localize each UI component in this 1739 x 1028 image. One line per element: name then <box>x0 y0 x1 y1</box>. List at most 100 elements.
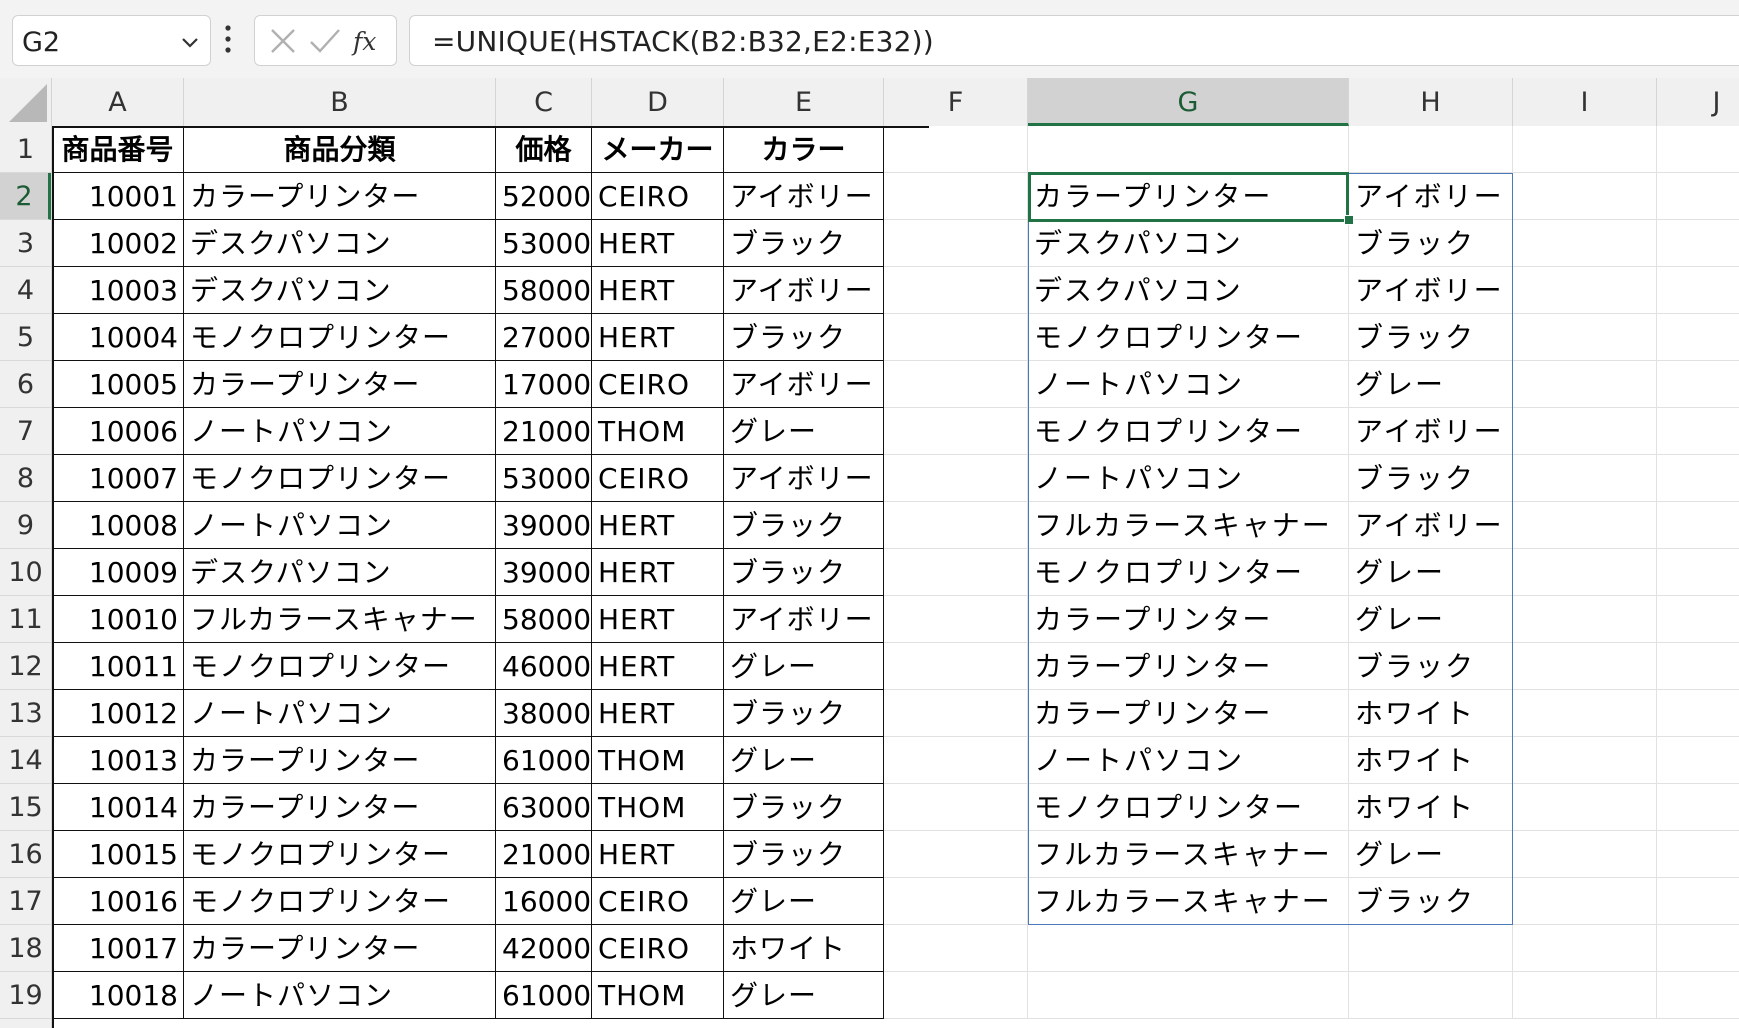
row-header-4[interactable]: 4 <box>0 267 51 314</box>
cell[interactable] <box>884 361 1028 408</box>
select-all-button[interactable] <box>0 78 52 126</box>
table-cell[interactable]: デスクパソコン <box>184 267 496 314</box>
table-cell[interactable]: 10011 <box>52 643 184 690</box>
table-cell[interactable]: カラープリンター <box>184 173 496 220</box>
table-cell[interactable]: ノートパソコン <box>184 502 496 549</box>
table-cell[interactable]: アイボリー <box>724 455 884 502</box>
table-cell[interactable]: 46000 <box>496 643 592 690</box>
cell[interactable] <box>1657 220 1739 267</box>
cell[interactable] <box>1657 784 1739 831</box>
column-header-j[interactable]: J <box>1657 78 1739 126</box>
table-cell[interactable]: HERT <box>592 549 724 596</box>
column-header-b[interactable]: B <box>184 78 496 126</box>
cell[interactable] <box>1513 643 1657 690</box>
cell[interactable] <box>1028 925 1349 972</box>
spill-cell-g[interactable]: カラープリンター <box>1028 643 1349 690</box>
table-cell[interactable]: 42000 <box>496 925 592 972</box>
row-header-5[interactable]: 5 <box>0 314 51 361</box>
table-cell[interactable]: HERT <box>592 267 724 314</box>
cell[interactable] <box>1657 925 1739 972</box>
row-header-10[interactable]: 10 <box>0 549 51 596</box>
table-cell[interactable]: 61000 <box>496 737 592 784</box>
table-cell[interactable]: THOM <box>592 972 724 1019</box>
table-cell[interactable]: 27000 <box>496 314 592 361</box>
table-cell[interactable]: 10007 <box>52 455 184 502</box>
column-header-c[interactable]: C <box>496 78 592 126</box>
table-cell[interactable]: ホワイト <box>724 925 884 972</box>
cell[interactable] <box>884 267 1028 314</box>
table-cell[interactable]: ノートパソコン <box>184 408 496 455</box>
cell[interactable] <box>884 831 1028 878</box>
table-cell[interactable]: デスクパソコン <box>184 220 496 267</box>
cell[interactable] <box>1657 361 1739 408</box>
cell[interactable] <box>1349 925 1513 972</box>
table-cell[interactable]: ノートパソコン <box>184 972 496 1019</box>
cell[interactable] <box>884 643 1028 690</box>
spill-cell-g[interactable]: モノクロプリンター <box>1028 784 1349 831</box>
cell[interactable] <box>884 596 1028 643</box>
table-cell[interactable]: HERT <box>592 314 724 361</box>
table-cell[interactable]: ブラック <box>724 314 884 361</box>
column-header-d[interactable]: D <box>592 78 724 126</box>
table-cell[interactable]: THOM <box>592 737 724 784</box>
cell[interactable] <box>884 878 1028 925</box>
cell[interactable] <box>1513 361 1657 408</box>
name-box[interactable]: G2 <box>12 15 211 66</box>
cell[interactable] <box>1513 408 1657 455</box>
table-cell[interactable]: アイボリー <box>724 361 884 408</box>
table-cell[interactable]: ブラック <box>724 502 884 549</box>
table-cell[interactable]: 10010 <box>52 596 184 643</box>
cell[interactable] <box>884 173 1028 220</box>
spill-cell-g[interactable]: カラープリンター <box>1028 173 1349 220</box>
table-cell[interactable]: HERT <box>592 690 724 737</box>
table-cell[interactable]: グレー <box>724 643 884 690</box>
table-cell[interactable]: THOM <box>592 408 724 455</box>
cell[interactable] <box>1657 549 1739 596</box>
column-header-g[interactable]: G <box>1028 78 1349 126</box>
spill-cell-h[interactable]: グレー <box>1349 596 1513 643</box>
table-cell[interactable]: HERT <box>592 220 724 267</box>
cell[interactable] <box>1513 878 1657 925</box>
column-header-i[interactable]: I <box>1513 78 1657 126</box>
row-header-12[interactable]: 12 <box>0 643 51 690</box>
row-header-15[interactable]: 15 <box>0 784 51 831</box>
table-cell[interactable]: ブラック <box>724 549 884 596</box>
cell[interactable] <box>1657 502 1739 549</box>
table-header-c[interactable]: 価格 <box>496 126 592 173</box>
table-cell[interactable]: HERT <box>592 596 724 643</box>
table-cell[interactable]: 17000 <box>496 361 592 408</box>
spill-cell-g[interactable]: ノートパソコン <box>1028 455 1349 502</box>
table-cell[interactable]: CEIRO <box>592 455 724 502</box>
table-cell[interactable]: グレー <box>724 972 884 1019</box>
spill-cell-h[interactable]: アイボリー <box>1349 173 1513 220</box>
check-icon[interactable] <box>309 26 341 56</box>
cell[interactable] <box>1028 126 1349 173</box>
column-header-e[interactable]: E <box>724 78 884 126</box>
spill-cell-h[interactable]: グレー <box>1349 361 1513 408</box>
cell[interactable] <box>1513 126 1657 173</box>
cell[interactable] <box>1513 737 1657 784</box>
spill-cell-h[interactable]: アイボリー <box>1349 502 1513 549</box>
cell[interactable] <box>1657 408 1739 455</box>
cell[interactable] <box>884 925 1028 972</box>
table-cell[interactable]: 63000 <box>496 784 592 831</box>
table-cell[interactable]: グレー <box>724 408 884 455</box>
cell[interactable] <box>1513 690 1657 737</box>
table-cell[interactable]: 58000 <box>496 267 592 314</box>
row-header-13[interactable]: 13 <box>0 690 51 737</box>
cell[interactable] <box>1657 267 1739 314</box>
table-cell[interactable]: 10001 <box>52 173 184 220</box>
spill-cell-h[interactable]: ブラック <box>1349 220 1513 267</box>
spill-cell-g[interactable]: ノートパソコン <box>1028 361 1349 408</box>
row-header-3[interactable]: 3 <box>0 220 51 267</box>
table-cell[interactable]: 10004 <box>52 314 184 361</box>
table-cell[interactable]: カラープリンター <box>184 925 496 972</box>
cell[interactable] <box>1657 173 1739 220</box>
cell[interactable] <box>1657 690 1739 737</box>
row-header-6[interactable]: 6 <box>0 361 51 408</box>
table-cell[interactable]: グレー <box>724 878 884 925</box>
cell[interactable] <box>1513 267 1657 314</box>
table-cell[interactable]: 10013 <box>52 737 184 784</box>
table-cell[interactable]: カラープリンター <box>184 361 496 408</box>
cell[interactable] <box>1657 878 1739 925</box>
